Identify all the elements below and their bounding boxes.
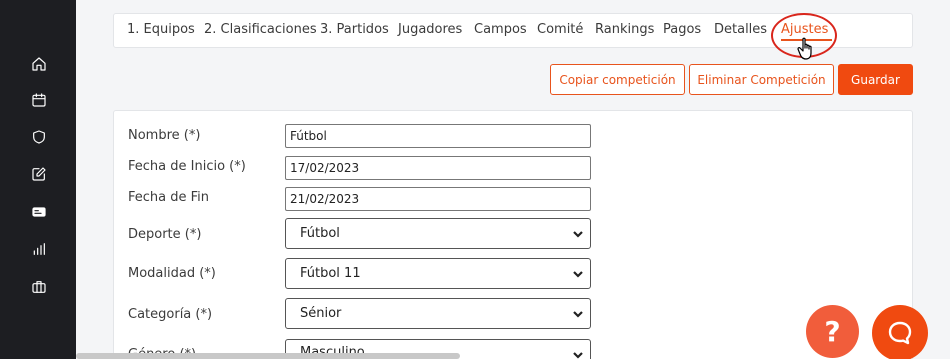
modalidad-value: Fútbol 11 — [300, 266, 361, 281]
fecha-inicio-field[interactable]: 17/02/2023 — [285, 156, 591, 180]
tab-partidos[interactable]: 3. Partidos — [320, 22, 389, 37]
bar-chart-icon[interactable] — [30, 240, 48, 258]
tab-equipos[interactable]: 1. Equipos — [127, 22, 195, 37]
fecha-fin-field[interactable]: 21/02/2023 — [285, 187, 591, 211]
nombre-field[interactable]: Fútbol — [285, 124, 591, 148]
tab-jugadores[interactable]: Jugadores — [398, 22, 462, 37]
modalidad-select[interactable]: Fútbol 11 — [285, 258, 591, 289]
briefcase-icon[interactable] — [30, 278, 48, 296]
tab-ajustes[interactable]: Ajustes — [781, 22, 833, 41]
horizontal-scrollbar[interactable] — [76, 353, 460, 359]
tab-detalles[interactable]: Detalles — [714, 22, 767, 37]
chevron-down-icon — [572, 308, 584, 320]
tab-rankings[interactable]: Rankings — [595, 22, 654, 37]
deporte-select[interactable]: Fútbol — [285, 218, 591, 249]
help-button[interactable]: ? — [806, 305, 859, 358]
sidebar — [0, 0, 76, 359]
copy-competition-button[interactable]: Copiar competición — [550, 64, 685, 95]
nombre-label: Nombre (*) — [128, 128, 201, 143]
shield-icon[interactable] — [30, 128, 48, 146]
tab-campos[interactable]: Campos — [474, 22, 527, 37]
deporte-value: Fútbol — [300, 226, 340, 241]
hand-cursor-icon — [797, 37, 817, 61]
deporte-label: Deporte (*) — [128, 227, 202, 242]
categoria-label: Categoría (*) — [128, 307, 213, 322]
chevron-down-icon — [572, 268, 584, 280]
chevron-down-icon — [572, 349, 584, 359]
calendar-icon[interactable] — [30, 91, 48, 109]
modalidad-label: Modalidad (*) — [128, 266, 216, 281]
fecha-fin-label: Fecha de Fin — [128, 190, 210, 205]
tab-clasificaciones[interactable]: 2. Clasificaciones — [204, 22, 317, 37]
edit-icon[interactable] — [30, 165, 48, 183]
tab-comite[interactable]: Comité — [537, 22, 583, 37]
chat-bubble-icon — [888, 321, 912, 345]
id-card-icon[interactable] — [30, 203, 48, 221]
chat-button[interactable] — [872, 305, 928, 359]
home-icon[interactable] — [30, 55, 48, 73]
categoria-value: Sénior — [300, 306, 342, 321]
categoria-select[interactable]: Sénior — [285, 298, 591, 329]
fecha-inicio-label: Fecha de Inicio (*) — [128, 159, 246, 174]
save-button[interactable]: Guardar — [838, 64, 913, 95]
tab-pagos[interactable]: Pagos — [663, 22, 701, 37]
chevron-down-icon — [572, 228, 584, 240]
delete-competition-button[interactable]: Eliminar Competición — [689, 64, 834, 95]
